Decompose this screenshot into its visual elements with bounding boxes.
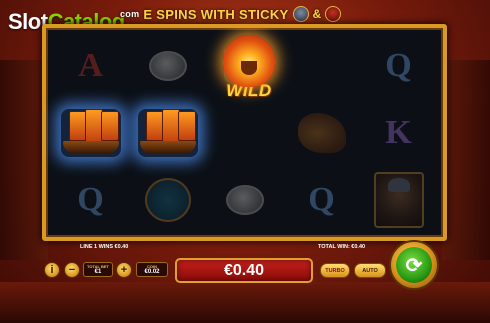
symbol-wild-eagle: WILD (206, 28, 292, 108)
total-bet-value: €1 (94, 268, 102, 275)
reel-frame: A Q K Q Q WILD (42, 24, 447, 241)
coin-value: €0.02 (144, 268, 160, 275)
coin-icon (148, 50, 187, 81)
turbo-button[interactable]: TURBO (320, 263, 350, 278)
symbol-ship-highlighted (52, 99, 129, 166)
symbol-a: A (78, 46, 103, 84)
coin-value-display[interactable]: COIN €0.02 (136, 262, 168, 277)
decrease-bet-button[interactable]: − (64, 262, 80, 278)
symbol-wild-slot (283, 32, 360, 99)
background-warriors-right (442, 60, 490, 260)
symbol-wild-slot (206, 99, 283, 166)
symbol-q: Q (385, 46, 412, 84)
win-amount-display: €0.40 (175, 258, 313, 283)
control-panel: i − TOTAL BET €1 + COIN €0.02 €0.40 TURB… (38, 240, 452, 290)
feature-banner: com E SPINS WITH STICKY & (120, 4, 342, 24)
total-win-text: TOTAL WIN: €0.40 (318, 244, 366, 250)
autoplay-button[interactable]: AUTO (354, 263, 386, 278)
banner-prefix: com (120, 9, 140, 19)
warrior-badge-icon (292, 6, 309, 22)
background-warriors-left (0, 60, 48, 260)
symbol-horse (283, 99, 360, 166)
coin-icon (225, 184, 264, 215)
banner-text: E SPINS WITH STICKY (143, 6, 289, 22)
phoenix-eagle-icon (223, 35, 275, 87)
fire-warrior-badge-icon (325, 6, 342, 22)
banner-amp: & (312, 7, 322, 21)
info-button[interactable]: i (44, 262, 60, 278)
symbol-warrior (360, 166, 437, 233)
spin-arrows-icon: ⟳ (396, 247, 432, 283)
symbol-ship-highlighted (129, 99, 206, 166)
symbol-coin (206, 166, 283, 233)
symbol-q: Q (308, 180, 335, 218)
symbol-q: Q (77, 180, 104, 218)
increase-bet-button[interactable]: + (116, 262, 132, 278)
spin-button[interactable]: ⟳ (389, 240, 439, 290)
symbol-coin (129, 32, 206, 99)
warrior-icon (373, 171, 424, 228)
total-bet-display: TOTAL BET €1 (83, 262, 113, 277)
trident-icon (144, 177, 191, 222)
junk-ship-icon (60, 108, 121, 157)
horse-icon (297, 112, 346, 153)
junk-ship-icon (137, 108, 198, 157)
symbol-trident (129, 166, 206, 233)
line-win-text: LINE 1 WINS €0.40 (80, 244, 129, 250)
symbol-k: K (385, 113, 412, 151)
game-stage: SlotCatalog com E SPINS WITH STICKY & A … (0, 0, 490, 323)
